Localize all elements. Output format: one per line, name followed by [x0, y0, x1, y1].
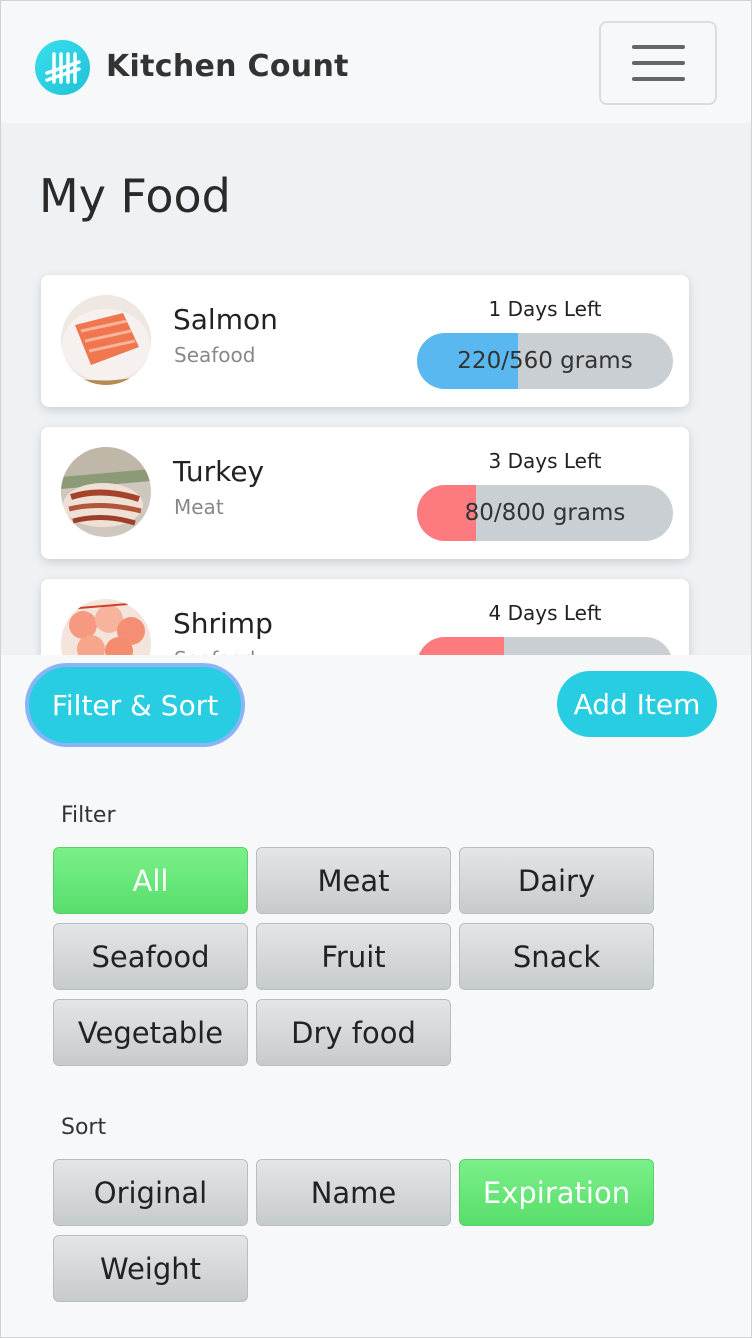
filter-section-label: Filter: [61, 803, 116, 828]
app-window: Kitchen Count My Food Salmon Seafood 1 D…: [0, 0, 752, 1338]
salmon-photo: [61, 295, 151, 385]
filter-chip-vegetable[interactable]: Vegetable: [53, 999, 248, 1066]
days-left-label: 3 Days Left: [488, 449, 602, 473]
brand-name[interactable]: Kitchen Count: [106, 49, 349, 84]
filter-chip-all[interactable]: All: [53, 847, 248, 914]
food-category: Meat: [174, 495, 224, 519]
food-name: Shrimp: [173, 607, 273, 640]
sort-chip-name[interactable]: Name: [256, 1159, 451, 1226]
quantity-progress-bar: [417, 637, 673, 655]
turkey-photo: [61, 447, 151, 537]
filter-chip-dry-food[interactable]: Dry food: [256, 999, 451, 1066]
page-title: My Food: [39, 169, 231, 223]
quantity-label: 80/800 grams: [464, 500, 626, 526]
sort-section-label: Sort: [61, 1115, 107, 1140]
filter-sort-panel: Filter & Sort Add Item Filter All Meat D…: [1, 655, 751, 1337]
food-list-section: My Food Salmon Seafood 1 Days Left 220/5…: [1, 123, 751, 655]
days-left-label: 1 Days Left: [488, 297, 602, 321]
quantity-progress-bar: 220/560 grams: [417, 333, 673, 389]
sort-chip-weight[interactable]: Weight: [53, 1235, 248, 1302]
quantity-progress-bar: 80/800 grams: [417, 485, 673, 541]
filter-chip-meat[interactable]: Meat: [256, 847, 451, 914]
food-name: Salmon: [173, 303, 278, 336]
filter-chip-dairy[interactable]: Dairy: [459, 847, 654, 914]
food-card[interactable]: Salmon Seafood 1 Days Left 220/560 grams: [41, 275, 689, 407]
hamburger-menu-icon: [632, 45, 685, 49]
filter-chip-snack[interactable]: Snack: [459, 923, 654, 990]
shrimp-photo: [61, 599, 151, 655]
quantity-label: [417, 637, 673, 655]
food-category: Seafood: [174, 343, 256, 367]
filter-chip-seafood[interactable]: Seafood: [53, 923, 248, 990]
filter-chip-fruit[interactable]: Fruit: [256, 923, 451, 990]
add-item-button[interactable]: Add Item: [557, 671, 717, 737]
sort-chip-expiration[interactable]: Expiration: [459, 1159, 654, 1226]
food-name: Turkey: [173, 455, 265, 488]
hamburger-menu-button[interactable]: [599, 21, 717, 105]
food-card[interactable]: Turkey Meat 3 Days Left 80/800 grams: [41, 427, 689, 559]
sort-chip-original[interactable]: Original: [53, 1159, 248, 1226]
filter-sort-button[interactable]: Filter & Sort: [29, 667, 241, 743]
tally-marks-icon[interactable]: [35, 40, 90, 95]
food-category: Seafood: [174, 647, 255, 655]
days-left-label: 4 Days Left: [488, 601, 602, 625]
navbar: Kitchen Count: [1, 1, 751, 123]
food-card[interactable]: Shrimp Seafood 4 Days Left: [41, 579, 689, 655]
quantity-label: 220/560 grams: [457, 348, 633, 374]
